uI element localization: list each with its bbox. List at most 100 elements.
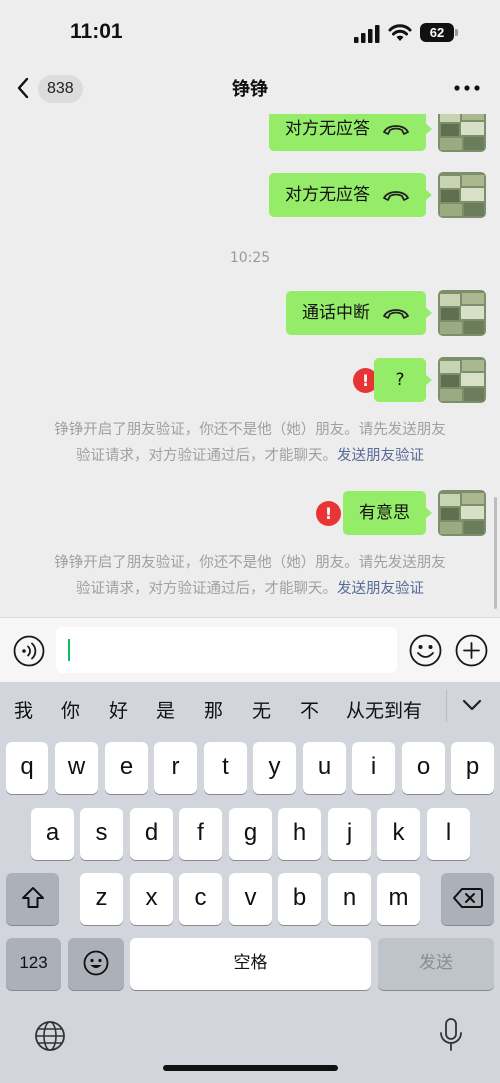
candidate-word[interactable]: 你 (61, 696, 80, 723)
battery-icon: 62 (420, 23, 454, 42)
input-bar (0, 617, 500, 682)
message-text: 对方无应答 (285, 119, 370, 139)
send-friend-verification-link[interactable]: 发送朋友验证 (337, 448, 424, 464)
message-input[interactable] (56, 627, 397, 673)
candidate-word[interactable]: 那 (204, 696, 223, 723)
key-r[interactable]: r (154, 742, 197, 794)
send-failed-icon[interactable]: ! (316, 501, 341, 526)
candidate-word[interactable]: 我 (14, 696, 33, 723)
shift-icon (21, 887, 44, 908)
key-s[interactable]: s (80, 808, 123, 860)
key-j[interactable]: j (328, 808, 371, 860)
microphone-icon[interactable] (438, 1017, 464, 1053)
shift-key[interactable] (6, 873, 59, 925)
avatar[interactable] (438, 490, 486, 536)
key-l[interactable]: l (427, 808, 470, 860)
key-a[interactable]: a (31, 808, 74, 860)
key-y[interactable]: y (253, 742, 296, 794)
message-row: 对方无应答 (256, 172, 486, 218)
wifi-icon (388, 24, 412, 41)
candidate-word[interactable]: 不 (300, 696, 319, 723)
message-row: ! ? (326, 357, 486, 403)
key-w[interactable]: w (55, 742, 98, 794)
key-b[interactable]: b (278, 873, 321, 925)
chevron-down-icon[interactable] (461, 696, 483, 714)
cellular-signal-icon (354, 25, 380, 43)
globe-icon[interactable] (34, 1020, 66, 1052)
scrollbar[interactable] (494, 497, 497, 609)
battery-nub (455, 29, 458, 36)
status-bar: 11:01 62 (0, 0, 500, 62)
call-bubble[interactable]: 对方无应答 (269, 114, 432, 151)
key-t[interactable]: t (204, 742, 247, 794)
notice-line-1: 铮铮开启了朋友验证，你还不是他（她）朋友。请先发送朋友 (54, 422, 446, 438)
key-h[interactable]: h (278, 808, 321, 860)
key-k[interactable]: k (377, 808, 420, 860)
message-row: 对方无应答 (256, 114, 486, 152)
key-x[interactable]: x (130, 873, 173, 925)
avatar[interactable] (438, 290, 486, 336)
candidate-word[interactable]: 无 (252, 696, 271, 723)
message-text: ? (395, 370, 405, 390)
key-o[interactable]: o (402, 742, 445, 794)
emoji-icon[interactable] (409, 634, 442, 667)
candidate-bar: 我 你 好 是 那 无 不 从无到有 (0, 682, 500, 734)
notice-line-2: 验证请求，对方验证通过后，才能聊天。 (76, 581, 337, 597)
message-list[interactable]: 对方无应答 对方无应答 10:25 通话中断 ! ? 铮铮开启了朋友验证，你还不… (0, 114, 500, 617)
phone-hangup-icon (383, 309, 409, 319)
key-d[interactable]: d (130, 808, 173, 860)
numbers-key[interactable]: 123 (6, 938, 61, 990)
key-u[interactable]: u (303, 742, 346, 794)
system-notice: 铮铮开启了朋友验证，你还不是他（她）朋友。请先发送朋友 验证请求，对方验证通过后… (30, 417, 470, 469)
notice-line-2: 验证请求，对方验证通过后，才能聊天。 (76, 448, 337, 464)
key-i[interactable]: i (352, 742, 395, 794)
candidate-word[interactable]: 是 (156, 696, 175, 723)
backspace-key[interactable] (441, 873, 494, 925)
space-key[interactable]: 空格 (130, 938, 371, 990)
keyboard: 我 你 好 是 那 无 不 从无到有 q w e r t y u i o p a… (0, 682, 500, 1083)
key-q[interactable]: q (6, 742, 48, 794)
candidate-word[interactable]: 从无到有 (346, 696, 422, 723)
message-row: 通话中断 (266, 290, 486, 336)
message-text: 通话中断 (302, 303, 370, 323)
voice-input-icon[interactable] (13, 635, 45, 667)
emoji-key[interactable] (68, 938, 124, 990)
notice-line-1: 铮铮开启了朋友验证，你还不是他（她）朋友。请先发送朋友 (54, 555, 446, 571)
key-z[interactable]: z (80, 873, 123, 925)
candidate-divider (446, 690, 447, 722)
more-options-icon[interactable] (452, 78, 482, 98)
key-n[interactable]: n (328, 873, 371, 925)
avatar[interactable] (438, 172, 486, 218)
message-text: 对方无应答 (285, 185, 370, 205)
avatar[interactable] (438, 357, 486, 403)
text-bubble[interactable]: ? (374, 358, 432, 402)
key-g[interactable]: g (229, 808, 272, 860)
time-separator: 10:25 (229, 250, 271, 266)
key-m[interactable]: m (377, 873, 420, 925)
emoji-face-icon (83, 950, 109, 976)
message-row: ! 有意思 (286, 490, 486, 536)
chat-header: 838 铮铮 (0, 62, 500, 114)
candidate-word[interactable]: 好 (109, 696, 128, 723)
phone-hangup-icon (383, 125, 409, 135)
system-notice: 铮铮开启了朋友验证，你还不是他（她）朋友。请先发送朋友 验证请求，对方验证通过后… (30, 550, 470, 602)
call-bubble[interactable]: 通话中断 (286, 291, 432, 335)
phone-hangup-icon (383, 191, 409, 201)
key-e[interactable]: e (105, 742, 148, 794)
text-bubble[interactable]: 有意思 (343, 491, 432, 535)
send-friend-verification-link[interactable]: 发送朋友验证 (337, 581, 424, 597)
message-text: 有意思 (359, 503, 410, 523)
chat-title: 铮铮 (232, 79, 268, 100)
home-indicator[interactable] (163, 1065, 338, 1071)
key-p[interactable]: p (451, 742, 494, 794)
key-v[interactable]: v (229, 873, 272, 925)
backspace-icon (452, 888, 483, 908)
call-bubble[interactable]: 对方无应答 (269, 173, 432, 217)
plus-icon[interactable] (455, 634, 488, 667)
send-key[interactable]: 发送 (378, 938, 494, 990)
key-f[interactable]: f (179, 808, 222, 860)
avatar[interactable] (438, 114, 486, 152)
status-time: 11:01 (70, 20, 123, 43)
key-c[interactable]: c (179, 873, 222, 925)
text-caret (68, 639, 70, 661)
